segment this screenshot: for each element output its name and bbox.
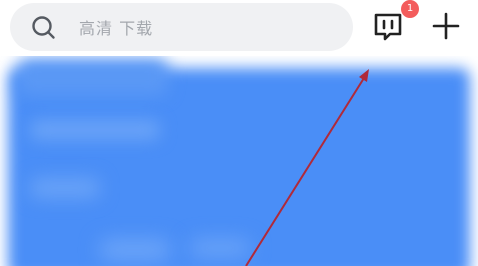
banner-subtext-blurred xyxy=(30,178,100,198)
banner-button-blurred xyxy=(100,240,170,260)
top-bar: 高清 下载 1 xyxy=(0,0,478,56)
search-bar[interactable]: 高清 下载 xyxy=(10,3,353,51)
banner-text-blurred xyxy=(30,120,160,140)
message-icon[interactable] xyxy=(371,10,405,44)
banner-tab-shape xyxy=(18,58,168,96)
search-placeholder: 高清 下载 xyxy=(79,19,154,38)
banner-button-blurred-2 xyxy=(190,240,250,256)
plus-icon[interactable] xyxy=(430,10,462,42)
app-screen: 高清 下载 1 xyxy=(0,0,478,266)
promo-banner[interactable] xyxy=(8,68,470,266)
search-icon xyxy=(32,16,55,39)
notification-badge: 1 xyxy=(401,0,419,18)
